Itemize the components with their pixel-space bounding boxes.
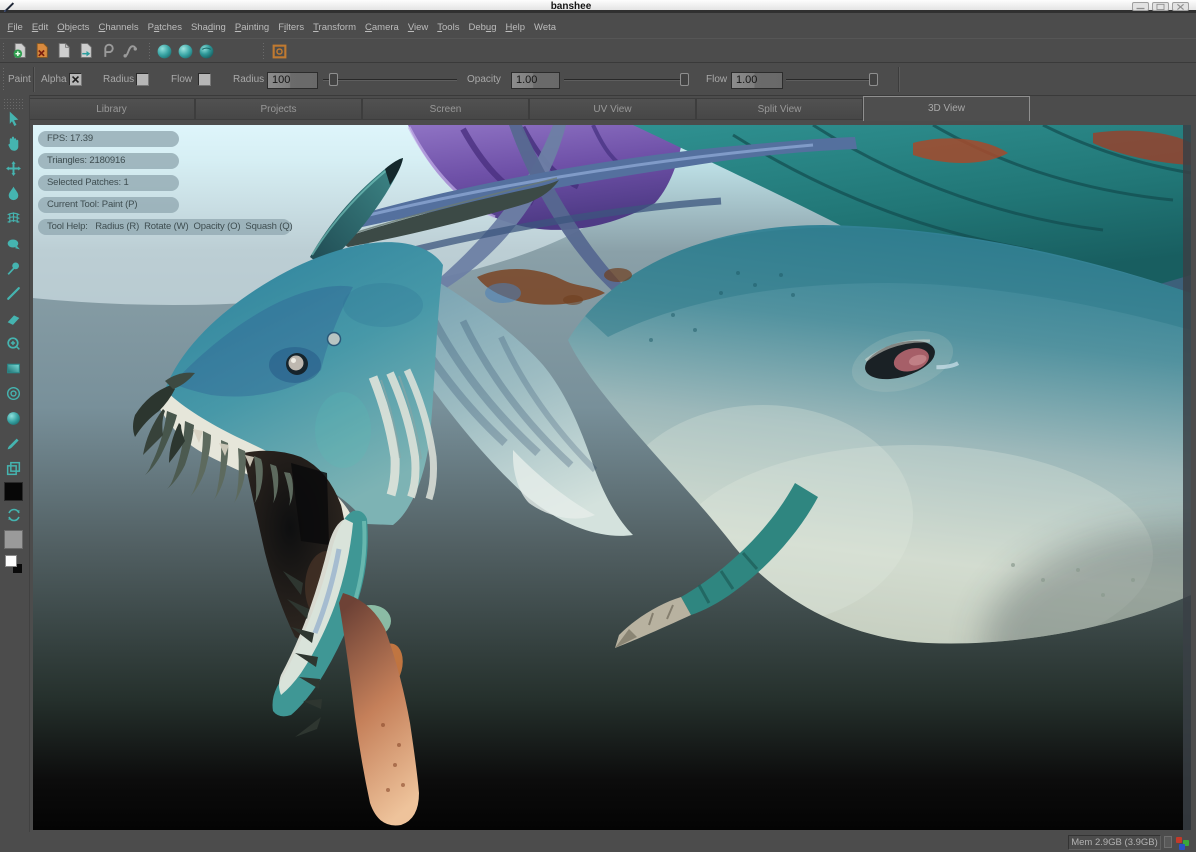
hud-pill-fps: FPS: 17.39 <box>38 131 179 147</box>
opacity-slider-thumb[interactable] <box>680 73 689 86</box>
pin-tool[interactable] <box>5 260 22 277</box>
menu-painting[interactable]: Painting <box>230 17 273 33</box>
move-transform-tool[interactable] <box>5 160 22 177</box>
drop-blur-tool[interactable] <box>5 185 22 202</box>
menu-file[interactable]: File <box>3 17 27 33</box>
select-cursor-tool[interactable] <box>5 110 22 127</box>
palette-drag-handle[interactable] <box>3 98 25 110</box>
view-tab-bar: LibraryProjectsScreenUV ViewSplit View3D… <box>0 95 1196 120</box>
tab-library[interactable]: Library <box>28 98 195 120</box>
hud-pill-triangles: Triangles: 2180916 <box>38 153 179 169</box>
separator <box>33 67 35 92</box>
tab-projects[interactable]: Projects <box>195 98 362 120</box>
zoom-circle-tool[interactable] <box>5 335 22 352</box>
tab-split-view[interactable]: Split View <box>696 98 863 120</box>
opacity-field[interactable]: 1.00 <box>511 72 560 89</box>
menu-help[interactable]: Help <box>501 17 530 33</box>
menu-patches[interactable]: Patches <box>143 17 186 33</box>
window-title: banshee <box>0 0 1142 13</box>
stroke-line-tool[interactable] <box>5 285 22 302</box>
menu-view[interactable]: View <box>403 17 432 33</box>
paint-brush-tool[interactable] <box>5 435 22 452</box>
memory-usage: Mem 2.9GB (3.9GB) <box>1068 835 1161 850</box>
radial-falloff-tool[interactable] <box>5 385 22 402</box>
menu-debug[interactable]: Debug <box>464 17 501 33</box>
brush-settings-bar: Paint Alpha Radius Flow Radius 100 Opaci… <box>0 62 1196 95</box>
flow-slider-thumb[interactable] <box>869 73 878 86</box>
tab-uv-view[interactable]: UV View <box>529 98 696 120</box>
hud-pill-tool-help: Tool Help: Radius (R) Rotate (W) Opacity… <box>38 219 291 235</box>
clone-stamp-tool[interactable] <box>5 460 22 477</box>
tool-palette <box>0 95 30 834</box>
separator <box>898 67 900 92</box>
flow-field[interactable]: 1.00 <box>731 72 783 89</box>
main-toolbar <box>0 38 1196 62</box>
eraser-tool[interactable] <box>5 310 22 327</box>
shaded-sphere-textured-icon[interactable] <box>198 43 215 60</box>
menu-filters[interactable]: Filters <box>274 17 309 33</box>
save-project-icon[interactable] <box>78 42 95 59</box>
new-project-icon[interactable] <box>12 42 29 59</box>
menu-bar: FileEditObjectsChannelsPatchesShadingPai… <box>0 17 1196 38</box>
menu-camera[interactable]: Camera <box>361 17 404 33</box>
marquee-rect-tool[interactable] <box>5 360 22 377</box>
shading-sphere-tool[interactable] <box>5 410 22 427</box>
menu-tools[interactable]: Tools <box>433 17 464 33</box>
radius-checkbox[interactable] <box>136 73 149 86</box>
flow-slider-track[interactable] <box>786 79 878 81</box>
menu-shading[interactable]: Shading <box>186 17 230 33</box>
rgb-indicator-red <box>1176 837 1182 843</box>
brushbar-drag-handle[interactable] <box>2 67 6 92</box>
hud-pill-current-tool: Current Tool: Paint (P) <box>38 197 179 213</box>
alpha-label: Alpha <box>41 74 67 85</box>
radius-slider-thumb[interactable] <box>329 73 338 86</box>
flow-checkbox[interactable] <box>198 73 211 86</box>
menu-weta[interactable]: Weta <box>530 17 561 33</box>
shaded-sphere-lit-icon[interactable] <box>177 43 194 60</box>
radius-slider-track[interactable] <box>323 79 457 81</box>
pan-hand-tool[interactable] <box>5 135 22 152</box>
tab-3d-view[interactable]: 3D View <box>863 96 1030 121</box>
shaded-sphere-flat-icon[interactable] <box>156 43 173 60</box>
radius-label: Radius <box>233 74 264 85</box>
warp-grid-tool[interactable] <box>5 210 22 227</box>
toolbar-drag-handle[interactable] <box>2 42 6 60</box>
toolbar-drag-handle[interactable] <box>148 42 152 60</box>
menu-transform[interactable]: Transform <box>309 17 361 33</box>
application-window: banshee FileEditObjectsChannelsPatchesSh… <box>0 0 1196 852</box>
radius-field[interactable]: 100 <box>267 72 318 89</box>
hud-pill-selected-patches: Selected Patches: 1 <box>38 175 179 191</box>
menu-objects[interactable]: Objects <box>53 17 94 33</box>
viewport-3d[interactable]: FPS: 17.39 Triangles: 2180916 Selected Pat… <box>33 125 1191 830</box>
paint-dab-tool[interactable] <box>5 235 22 252</box>
curve-tool-icon[interactable] <box>122 42 139 59</box>
open-project-icon[interactable] <box>56 42 73 59</box>
close-button[interactable] <box>1172 2 1189 11</box>
menu-channels[interactable]: Channels <box>94 17 143 33</box>
status-mini-button[interactable] <box>1164 836 1172 848</box>
flow-toggle-label: Flow <box>171 74 192 85</box>
opacity-label: Opacity <box>467 74 501 85</box>
close-project-icon[interactable] <box>34 42 51 59</box>
rgb-indicator-blue <box>1179 844 1185 850</box>
radius-toggle-label: Radius <box>103 74 134 85</box>
screenshot-icon[interactable] <box>271 43 288 60</box>
flow-label: Flow <box>706 74 727 85</box>
toolbar-drag-handle[interactable] <box>262 42 266 60</box>
title-bar[interactable]: banshee <box>0 0 1196 13</box>
menu-edit[interactable]: Edit <box>27 17 52 33</box>
minimize-button[interactable] <box>1132 2 1149 11</box>
maximize-button[interactable] <box>1152 2 1169 11</box>
pivot-tool-icon[interactable] <box>100 42 117 59</box>
current-tool-label: Paint <box>8 74 31 85</box>
opacity-slider-track[interactable] <box>564 79 688 81</box>
status-bar: Mem 2.9GB (3.9GB) <box>0 832 1196 852</box>
alpha-checkbox[interactable] <box>69 73 82 86</box>
tab-screen[interactable]: Screen <box>362 98 529 120</box>
